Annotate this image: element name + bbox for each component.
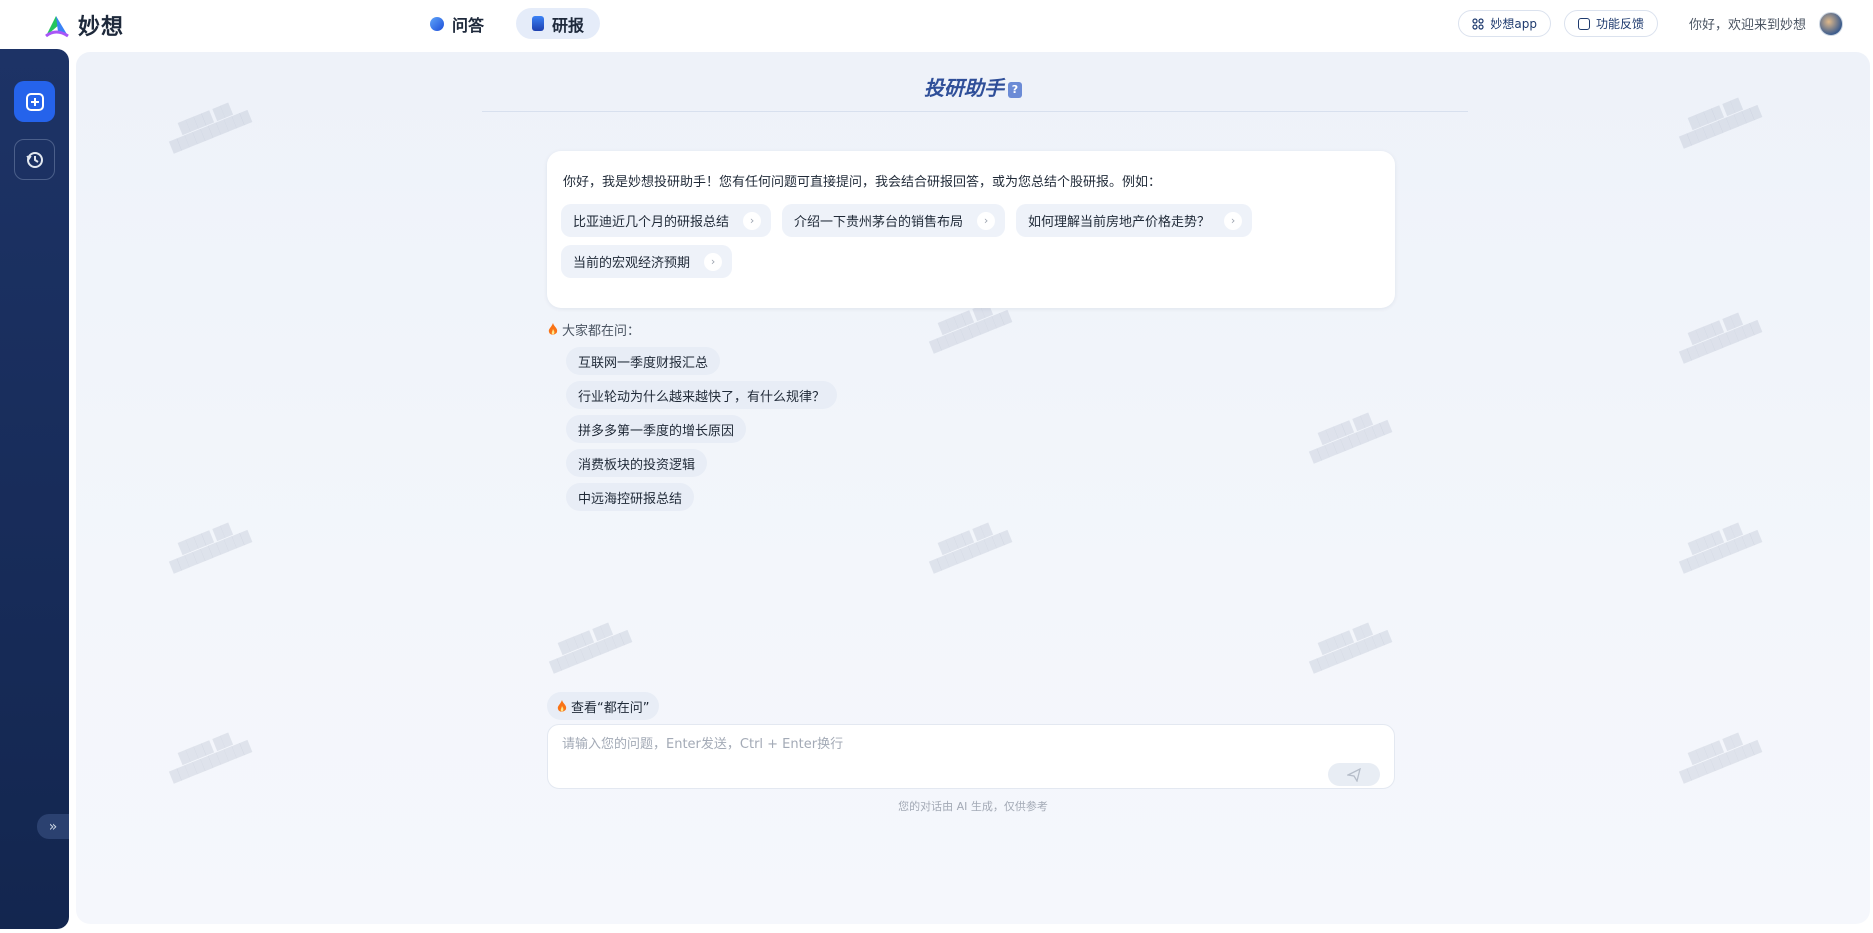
popular-heading: 大家都在问： — [548, 320, 640, 339]
tab-research-label: 研报 — [552, 15, 585, 35]
tab-research[interactable]: 研报 — [516, 8, 601, 39]
popular-question[interactable]: 拼多多第一季度的增长原因 — [566, 415, 747, 443]
popular-question[interactable]: 互联网一季度财报汇总 — [566, 347, 721, 375]
grid-icon — [1472, 17, 1484, 30]
popular-questions: 互联网一季度财报汇总 行业轮动为什么越来越快了，有什么规律？ 拼多多第一季度的增… — [566, 347, 838, 511]
welcome-message: 你好，我是妙想投研助手！您有任何问题可直接提问，我会结合研报回答，或为您总结个股… — [563, 175, 1162, 190]
avatar[interactable] — [1819, 11, 1843, 36]
top-right-actions: 妙想app 功能反馈 你好，欢迎来到妙想 — [1458, 10, 1843, 37]
example-questions: 比亚迪近几个月的研报总结 › 介绍一下贵州茅台的销售布局 › 如何理解当前房地产… — [561, 204, 1381, 278]
popular-question[interactable]: 中远海控研报总结 — [566, 483, 695, 511]
question-input[interactable] — [562, 733, 1322, 757]
top-nav-bar: 妙想 问答 研报 妙想app 功能反馈 你好，欢迎来到妙想 — [0, 0, 1873, 48]
example-question-text: 如何理解当前房地产价格走势？ — [1028, 215, 1211, 230]
chat-input-box — [547, 724, 1395, 789]
history-button[interactable] — [14, 139, 55, 180]
fire-icon — [548, 323, 558, 335]
watermark: ████ ████████████ — [1679, 522, 1763, 574]
app-download-label: 妙想app — [1490, 17, 1537, 31]
example-question[interactable]: 当前的宏观经济预期 › — [561, 245, 733, 278]
example-question[interactable]: 如何理解当前房地产价格走势？ › — [1016, 204, 1253, 237]
feedback-icon — [1577, 17, 1590, 30]
history-clock-icon — [25, 151, 43, 168]
popular-heading-text: 大家都在问： — [562, 324, 641, 339]
watermark: ████ ████████████ — [1679, 312, 1763, 364]
example-question-text: 当前的宏观经济预期 — [573, 256, 691, 271]
page-title-text: 投研助手 — [924, 76, 1004, 100]
example-question[interactable]: 介绍一下贵州茅台的销售布局 › — [782, 204, 1006, 237]
watermark: ████ ████████████ — [549, 622, 633, 674]
title-divider — [482, 111, 1468, 112]
chevron-right-icon: › — [704, 252, 723, 271]
watermark: ████ ████████████ — [169, 522, 253, 574]
app-download-button[interactable]: 妙想app — [1458, 10, 1551, 37]
tab-qa-label: 问答 — [452, 15, 485, 35]
tab-qa[interactable]: 问答 — [414, 8, 500, 39]
logo-text: 妙想 — [78, 15, 125, 40]
nav-tabs: 问答 研报 — [414, 8, 601, 39]
logo[interactable]: 妙想 — [42, 9, 124, 41]
chevron-right-icon: › — [1224, 211, 1243, 230]
welcome-card: 你好，我是妙想投研助手！您有任何问题可直接提问，我会结合研报回答，或为您总结个股… — [547, 151, 1395, 308]
feedback-label: 功能反馈 — [1595, 17, 1644, 31]
double-chevron-right-icon: » — [48, 818, 58, 835]
sidebar-expand-button[interactable]: » — [37, 814, 69, 839]
chevron-right-icon: › — [743, 211, 762, 230]
help-icon[interactable]: ? — [1008, 81, 1022, 98]
see-popular-label: 查看“都在问” — [571, 700, 650, 716]
example-question[interactable]: 比亚迪近几个月的研报总结 › — [561, 204, 772, 237]
new-chat-button[interactable] — [14, 81, 55, 122]
page-title: 投研助手? — [76, 72, 1870, 101]
send-icon — [1347, 767, 1361, 782]
chat-bubble-icon — [430, 16, 444, 31]
logo-icon — [45, 16, 69, 38]
popular-question[interactable]: 消费板块的投资逻辑 — [566, 449, 708, 477]
watermark: ████ ████████████ — [1309, 412, 1393, 464]
example-question-text: 介绍一下贵州茅台的销售布局 — [794, 215, 964, 230]
feedback-button[interactable]: 功能反馈 — [1563, 10, 1658, 37]
watermark: ████ ████████████ — [929, 522, 1013, 574]
watermark: ████ ████████████ — [169, 102, 253, 154]
watermark: ████ ████████████ — [1679, 732, 1763, 784]
example-question-text: 比亚迪近几个月的研报总结 — [573, 215, 730, 230]
sidebar: » — [0, 49, 69, 929]
popular-question[interactable]: 行业轮动为什么越来越快了，有什么规律？ — [566, 381, 838, 409]
watermark: ████ ████████████ — [169, 732, 253, 784]
watermark: ████ ████████████ — [1309, 622, 1393, 674]
chevron-right-icon: › — [977, 211, 996, 230]
user-greeting: 你好，欢迎来到妙想 — [1688, 18, 1806, 33]
ai-disclaimer: 您的对话由 AI 生成，仅供参考 — [898, 800, 1048, 813]
fire-icon — [557, 699, 567, 712]
book-icon — [532, 16, 545, 31]
main-panel: 投研助手? ████ ██ ██████████ ████ ██ █████████… — [76, 52, 1870, 924]
plus-square-icon — [25, 92, 44, 111]
send-button[interactable] — [1328, 763, 1380, 786]
see-popular-button[interactable]: 查看“都在问” — [547, 692, 660, 720]
